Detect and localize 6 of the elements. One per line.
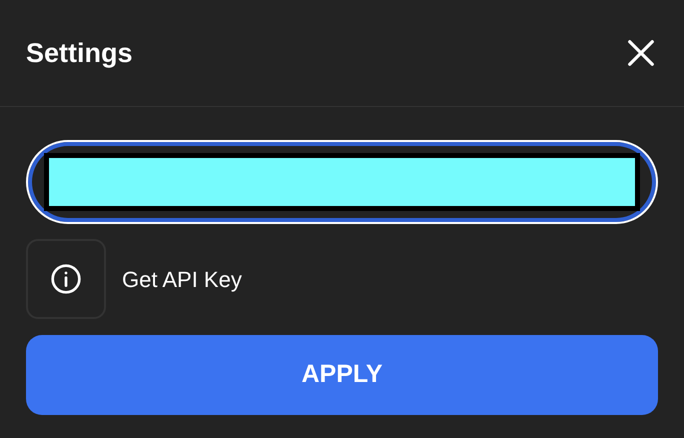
close-icon[interactable] <box>626 38 656 68</box>
dialog-title: Settings <box>26 36 133 70</box>
info-icon[interactable] <box>26 239 106 319</box>
get-api-key-link[interactable]: Get API Key <box>122 262 242 296</box>
api-key-field[interactable] <box>26 140 658 224</box>
apply-button[interactable]: APPLY <box>26 335 658 415</box>
